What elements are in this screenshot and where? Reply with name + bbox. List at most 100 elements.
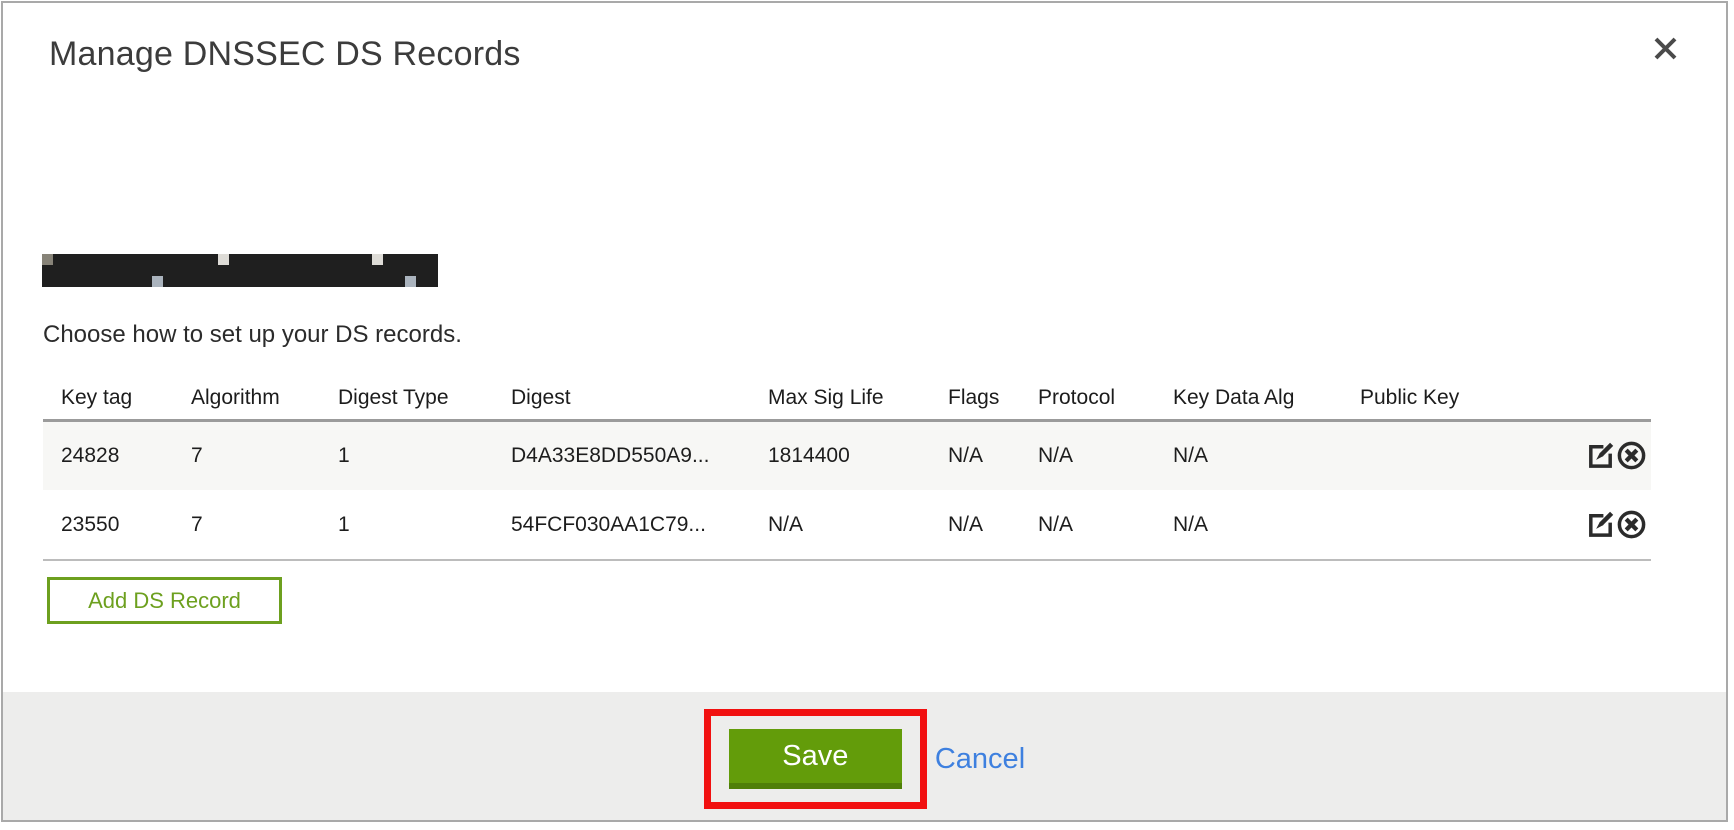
redacted-pixel bbox=[119, 276, 130, 287]
redacted-pixel bbox=[196, 276, 207, 287]
redacted-pixel bbox=[273, 265, 284, 276]
redacted-pixel bbox=[405, 265, 416, 276]
redacted-pixel bbox=[284, 265, 295, 276]
redacted-pixel bbox=[86, 265, 97, 276]
column-header-flags: Flags bbox=[948, 377, 1038, 420]
manage-dnssec-dialog: Manage DNSSEC DS Records Choose how to s… bbox=[1, 1, 1728, 822]
edit-icon bbox=[1585, 528, 1616, 543]
cell-max-sig-life: 1814400 bbox=[768, 420, 948, 490]
redacted-pixel bbox=[295, 276, 306, 287]
cell-max-sig-life: N/A bbox=[768, 490, 948, 560]
redacted-pixel bbox=[262, 276, 273, 287]
redacted-pixel bbox=[229, 254, 240, 265]
redacted-pixel bbox=[75, 265, 86, 276]
redacted-pixel bbox=[163, 276, 174, 287]
cancel-link[interactable]: Cancel bbox=[935, 743, 1025, 776]
column-header-digest-type: Digest Type bbox=[338, 377, 511, 420]
instruction-text: Choose how to set up your DS records. bbox=[43, 321, 462, 349]
redacted-pixel bbox=[383, 254, 394, 265]
redacted-pixel bbox=[64, 254, 75, 265]
redacted-pixel bbox=[284, 254, 295, 265]
redacted-pixel bbox=[317, 265, 328, 276]
edit-record-button[interactable] bbox=[1585, 509, 1616, 540]
redacted-pixel bbox=[394, 276, 405, 287]
redacted-pixel bbox=[207, 254, 218, 265]
redacted-pixel bbox=[152, 265, 163, 276]
redacted-pixel bbox=[108, 276, 119, 287]
redacted-pixel bbox=[207, 265, 218, 276]
redacted-pixel bbox=[273, 276, 284, 287]
redacted-pixel bbox=[108, 254, 119, 265]
redacted-pixel bbox=[42, 265, 53, 276]
redacted-pixel bbox=[185, 276, 196, 287]
save-highlight-annotation: Save bbox=[704, 709, 927, 809]
redacted-pixel bbox=[306, 254, 317, 265]
cell-algorithm: 7 bbox=[191, 490, 338, 560]
cell-key-data-alg: N/A bbox=[1173, 490, 1360, 560]
redacted-pixel bbox=[218, 254, 229, 265]
redacted-pixel bbox=[405, 254, 416, 265]
delete-circle-x-icon bbox=[1616, 459, 1647, 474]
redacted-pixel bbox=[372, 265, 383, 276]
cell-public-key bbox=[1360, 420, 1578, 490]
redacted-pixel bbox=[416, 254, 427, 265]
redacted-pixel bbox=[306, 265, 317, 276]
redacted-pixel bbox=[163, 254, 174, 265]
delete-record-button[interactable] bbox=[1616, 509, 1647, 540]
redacted-pixel bbox=[405, 276, 416, 287]
column-header-algorithm: Algorithm bbox=[191, 377, 338, 420]
redacted-pixel bbox=[196, 254, 207, 265]
close-button[interactable] bbox=[1648, 31, 1682, 65]
redacted-pixel bbox=[141, 265, 152, 276]
redacted-pixel bbox=[152, 254, 163, 265]
column-header-max-sig-life: Max Sig Life bbox=[768, 377, 948, 420]
redacted-pixel bbox=[42, 254, 53, 265]
redacted-pixel bbox=[75, 254, 86, 265]
redacted-pixel bbox=[262, 265, 273, 276]
ds-record-row: 235507154FCF030AA1C79...N/AN/AN/AN/A bbox=[43, 490, 1651, 560]
redacted-pixel bbox=[284, 276, 295, 287]
redacted-pixel bbox=[130, 254, 141, 265]
redacted-pixel bbox=[75, 276, 86, 287]
redacted-pixel bbox=[141, 276, 152, 287]
redacted-pixel bbox=[383, 265, 394, 276]
redacted-pixel bbox=[64, 276, 75, 287]
redacted-pixel bbox=[361, 265, 372, 276]
redacted-pixel bbox=[339, 276, 350, 287]
redacted-pixel bbox=[328, 254, 339, 265]
redacted-pixel bbox=[229, 276, 240, 287]
redacted-pixel bbox=[427, 254, 438, 265]
redacted-pixel bbox=[185, 265, 196, 276]
save-button[interactable]: Save bbox=[729, 729, 902, 789]
redacted-pixel bbox=[339, 254, 350, 265]
redacted-pixel bbox=[372, 276, 383, 287]
dialog-title: Manage DNSSEC DS Records bbox=[49, 35, 521, 74]
redacted-pixel bbox=[328, 265, 339, 276]
redacted-pixel bbox=[119, 265, 130, 276]
ds-records-table: Key tagAlgorithmDigest TypeDigestMax Sig… bbox=[43, 377, 1651, 561]
delete-circle-x-icon bbox=[1616, 528, 1647, 543]
redacted-pixel bbox=[350, 265, 361, 276]
redacted-domain-name bbox=[42, 254, 438, 287]
redacted-pixel bbox=[119, 254, 130, 265]
add-ds-record-button[interactable]: Add DS Record bbox=[47, 577, 282, 624]
redacted-pixel bbox=[240, 265, 251, 276]
redacted-pixel bbox=[86, 276, 97, 287]
redacted-pixel bbox=[174, 254, 185, 265]
redacted-pixel bbox=[64, 265, 75, 276]
redacted-pixel bbox=[97, 276, 108, 287]
cell-algorithm: 7 bbox=[191, 420, 338, 490]
redacted-pixel bbox=[218, 265, 229, 276]
redacted-pixel bbox=[163, 265, 174, 276]
edit-record-button[interactable] bbox=[1585, 440, 1616, 471]
row-actions bbox=[1578, 490, 1651, 560]
delete-record-button[interactable] bbox=[1616, 440, 1647, 471]
redacted-pixel bbox=[229, 265, 240, 276]
cell-flags: N/A bbox=[948, 490, 1038, 560]
row-actions bbox=[1578, 420, 1651, 490]
redacted-pixel bbox=[361, 254, 372, 265]
edit-icon bbox=[1585, 459, 1616, 474]
redacted-pixel bbox=[53, 276, 64, 287]
redacted-pixel bbox=[174, 265, 185, 276]
cell-digest-type: 1 bbox=[338, 490, 511, 560]
